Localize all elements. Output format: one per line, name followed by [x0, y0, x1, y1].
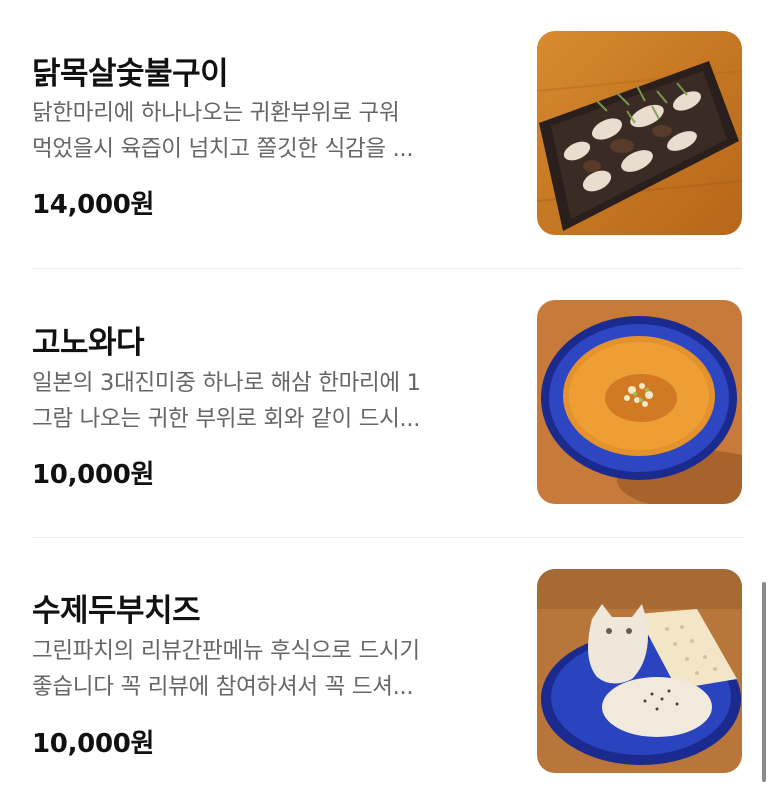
description-line: 좋습니다 꼭 리뷰에 참여하셔서 꼭 드셔...: [32, 674, 414, 700]
menu-item-description: 그린파치의 리뷰간판메뉴 후식으로 드시기 좋습니다 꼭 리뷰에 참여하셔서 꼭…: [32, 633, 502, 705]
menu-item-price: 10,000원: [32, 460, 155, 490]
menu-item-konowata[interactable]: 고노와다 일본의 3대진미중 하나로 해삼 한마리에 1 그람 나오는 귀한 부…: [0, 269, 773, 509]
menu-item-photo[interactable]: [537, 31, 742, 235]
menu-list: 닭목살숯불구이 닭한마리에 하나나오는 귀환부위로 구워 먹었을시 육즙이 넘치…: [0, 0, 773, 801]
description-line: 먹었을시 육즙이 넘치고 쫄깃한 식감을 ...: [32, 136, 414, 162]
menu-item-photo[interactable]: [537, 569, 742, 773]
menu-item-price: 14,000원: [32, 190, 155, 220]
description-line: 그람 나오는 귀한 부위로 회와 같이 드시...: [32, 406, 421, 432]
konowata-bowl-photo: [537, 300, 742, 504]
menu-item-name: 수제두부치즈: [32, 593, 201, 629]
menu-item-description: 일본의 3대진미중 하나로 해삼 한마리에 1 그람 나오는 귀한 부위로 회와…: [32, 365, 502, 437]
menu-item-photo[interactable]: [537, 300, 742, 504]
menu-item-tofu-cheese[interactable]: 수제두부치즈 그린파치의 리뷰간판메뉴 후식으로 드시기 좋습니다 꼭 리뷰에 …: [0, 538, 773, 778]
description-line: 닭한마리에 하나나오는 귀환부위로 구워: [32, 100, 400, 126]
menu-item-dak-moksal[interactable]: 닭목살숯불구이 닭한마리에 하나나오는 귀환부위로 구워 먹었을시 육즙이 넘치…: [0, 0, 773, 240]
menu-item-price: 10,000원: [32, 729, 155, 759]
description-line: 그린파치의 리뷰간판메뉴 후식으로 드시기: [32, 638, 420, 664]
grilled-chicken-neck-photo: [537, 31, 742, 235]
scrollbar[interactable]: [762, 582, 766, 782]
menu-item-name: 닭목살숯불구이: [32, 56, 229, 92]
description-line: 일본의 3대진미중 하나로 해삼 한마리에 1: [32, 370, 421, 396]
menu-item-description: 닭한마리에 하나나오는 귀환부위로 구워 먹었을시 육즙이 넘치고 쫄깃한 식감…: [32, 95, 502, 167]
tofu-cheese-crackers-photo: [537, 569, 742, 773]
menu-item-name: 고노와다: [32, 325, 145, 361]
